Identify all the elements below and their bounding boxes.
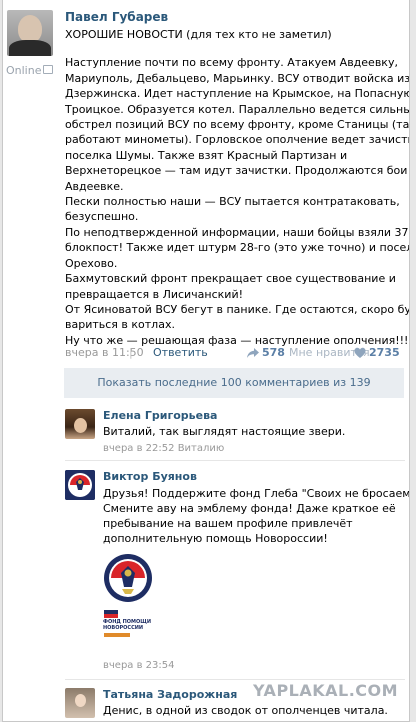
avatar-face xyxy=(18,15,42,43)
comment-author[interactable]: Виктор Буянов xyxy=(103,470,197,483)
comment-time[interactable]: вчера в 23:54 xyxy=(103,660,175,671)
share-icon[interactable] xyxy=(246,347,260,359)
post-line: ХОРОШИЕ НОВОСТИ (для тех кто не заметил) xyxy=(65,28,332,41)
post-line: Бахмутовский фронт прекращает свое сущес… xyxy=(65,272,396,286)
post-line: Авдеевке. xyxy=(65,179,124,193)
post-line: Дзержинска. Идет наступление на Крымское… xyxy=(65,87,410,101)
fund-logo-line: НОВОРОССИИ xyxy=(103,625,144,631)
post-line: безуспешно. xyxy=(65,210,139,224)
heart-icon[interactable] xyxy=(354,347,366,359)
fund-emblem-image[interactable] xyxy=(103,553,153,603)
emblem-icon xyxy=(65,470,95,500)
post-line: От Ясиноватой ВСУ бегут в панике. Где ос… xyxy=(65,302,410,316)
fund-logo-text: ФОНД ПОМОЩИ НОВОРОССИИ xyxy=(103,619,151,631)
comment-author[interactable]: Елена Григорьева xyxy=(103,409,217,422)
comment-author[interactable]: Татьяна Задорожная xyxy=(103,688,237,701)
comment-meta: вчера в 23:54 xyxy=(103,660,175,671)
watermark-logo: YAPLAKAL.COM xyxy=(253,681,399,700)
meta-separator: | xyxy=(129,346,133,359)
share-count[interactable]: 578 xyxy=(262,346,285,359)
comment-text: Виталий, так выглядят настоящие звери. xyxy=(103,425,346,438)
comment-line: пребывание на вашем профиле привлечёт xyxy=(103,517,353,530)
comment-text: Денис, в одной из сводок от ополченцев ч… xyxy=(103,704,388,717)
comment-reply-to[interactable]: Виталию xyxy=(178,443,225,454)
commenter-avatar[interactable] xyxy=(65,470,95,500)
fund-logo-image[interactable]: ФОНД ПОМОЩИ НОВОРОССИИ xyxy=(103,609,157,641)
post-line: Троицкое. Образуется котел. Параллельно … xyxy=(65,102,410,116)
post-line: Мариуполь, Дебальцево, Марьинку. ВСУ отв… xyxy=(65,71,410,85)
comment-line: Смените аву на эмблему фонда! Даже кратк… xyxy=(103,502,396,515)
post-line: Пески полностью наши — ВСУ пытается конт… xyxy=(65,195,400,209)
author-avatar[interactable] xyxy=(7,10,53,56)
post-line: поселка Шумы. Также взят Красный Партиза… xyxy=(65,148,348,162)
comment-line: Друзья! Поддержите фонд Глеба "Своих не … xyxy=(103,487,410,500)
post-line: Верхнеторецкое — там идут зачистки. Прод… xyxy=(65,164,410,178)
comment-divider xyxy=(65,679,405,680)
avatar-face xyxy=(75,694,86,707)
reply-link[interactable]: Ответить xyxy=(153,346,208,359)
post-text: ХОРОШИЕ НОВОСТИ (для тех кто не заметил)… xyxy=(65,27,410,348)
online-status: Online xyxy=(6,64,42,77)
computer-icon xyxy=(43,65,53,74)
post-line: превращается в Лисичанский! xyxy=(65,287,244,301)
show-more-comments-button[interactable]: Показать последние 100 комментариев из 1… xyxy=(64,368,404,398)
comment-divider xyxy=(65,460,405,461)
comment-text: Друзья! Поддержите фонд Глеба "Своих не … xyxy=(103,486,410,546)
post-line: работают минометы). Горловское ополчение… xyxy=(65,133,410,147)
commenter-avatar[interactable] xyxy=(65,409,95,439)
post-author[interactable]: Павел Губарев xyxy=(65,10,168,24)
commenter-avatar[interactable] xyxy=(65,688,95,718)
post-meta: вчера в 11:50 | Ответить 578 Мне нравитс… xyxy=(65,346,405,360)
avatar-face xyxy=(74,418,87,433)
post-line: обстрел позиций ВСУ по всему фронту, кро… xyxy=(65,118,410,132)
post-line: Орехово. xyxy=(65,256,118,270)
comment-time[interactable]: вчера в 22:52 xyxy=(103,443,175,454)
comment-meta: вчера в 22:52 Виталию xyxy=(103,443,224,454)
post-line: блокпост! Также идет штурм 28-го (это уж… xyxy=(65,241,410,255)
post-line: вариться в котлах. xyxy=(65,318,175,332)
post-line: По неподтвержденной информации, наши бой… xyxy=(65,225,410,239)
comment-line: дополнительную помощь Новороссии! xyxy=(103,532,328,545)
avatar-shirt xyxy=(9,40,51,56)
like-count[interactable]: 2735 xyxy=(369,346,400,359)
post-line: Наступление почти по всему фронту. Атаку… xyxy=(65,56,398,70)
wall-post-card: Online Павел Губарев ХОРОШИЕ НОВОСТИ (дл… xyxy=(2,0,410,722)
